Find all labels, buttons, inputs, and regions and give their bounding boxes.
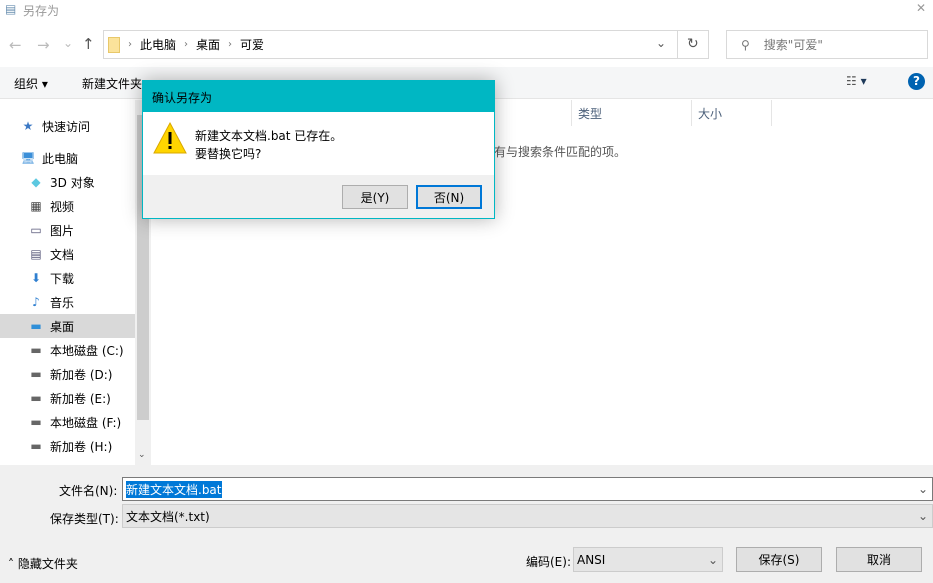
up-button[interactable]: ↑ (82, 35, 95, 53)
forward-button[interactable]: → (37, 36, 50, 54)
sidebar-item[interactable]: ▬ 本地磁盘 (C:) (0, 338, 135, 362)
sidebar-item[interactable]: ▬ 新加卷 (E:) (0, 386, 135, 410)
music-icon: ♪ (32, 295, 40, 309)
sidebar-item-label: 快速访问 (42, 119, 91, 134)
sidebar-item-label: 视频 (50, 199, 75, 214)
sidebar-item-label: 下载 (50, 271, 75, 286)
sidebar-item[interactable]: ▤ 文档 (0, 242, 135, 266)
cube-icon: ◆ (31, 175, 41, 189)
drive-icon: ▬ (30, 391, 42, 405)
refresh-button[interactable]: ↻ (687, 36, 699, 52)
drive-icon: ▬ (30, 439, 42, 453)
sidebar-item-label: 文档 (50, 247, 75, 262)
no-button[interactable]: 否(N) (416, 185, 482, 209)
filename-input[interactable]: 新建文本文档.bat ⌄ (122, 477, 933, 501)
computer-icon: 🖥 (20, 151, 36, 165)
sidebar-item[interactable]: ▬ 新加卷 (H:) (0, 434, 135, 458)
empty-message: 有与搜索条件匹配的项。 (494, 145, 627, 159)
confirm-dialog: 确认另存为 新建文本文档.bat 已存在。 要替换它吗? 是(Y) 否(N) (142, 80, 495, 219)
sidebar-item-label: 新加卷 (D:) (50, 367, 113, 382)
folder-icon (108, 36, 120, 53)
yes-button[interactable]: 是(Y) (342, 185, 408, 209)
sidebar-item[interactable]: ★ 快速访问 (0, 114, 135, 138)
search-input[interactable]: ⚲ 搜索"可爱" (726, 30, 928, 59)
download-icon: ⬇ (30, 271, 42, 285)
scroll-down-icon[interactable]: ⌄ (138, 450, 146, 460)
sidebar-item-label: 3D 对象 (50, 175, 95, 190)
sidebar-item-label: 新加卷 (E:) (50, 391, 111, 406)
cancel-button[interactable]: 取消 (836, 547, 922, 572)
sidebar-item[interactable]: ▬ 新加卷 (D:) (0, 362, 135, 386)
save-button[interactable]: 保存(S) (736, 547, 822, 572)
sidebar-item[interactable]: ⬇ 下载 (0, 266, 135, 290)
breadcrumb-item[interactable]: 桌面 (196, 36, 220, 53)
organize-button[interactable]: 组织 ▾ (14, 75, 48, 92)
sidebar-item[interactable]: ▬ 桌面 (0, 314, 135, 338)
sidebar-item-label: 本地磁盘 (C:) (50, 343, 124, 358)
file-type-select[interactable]: 文本文档(*.txt) ⌄ (122, 504, 933, 528)
sidebar-item[interactable]: ▦ 视频 (0, 194, 135, 218)
drive-icon: ▬ (30, 367, 42, 381)
document-icon: ▤ (30, 247, 42, 261)
dialog-message: 新建文本文档.bat 已存在。 (195, 129, 343, 143)
window-title: 另存为 (23, 4, 60, 18)
sidebar-item[interactable]: 🖥 此电脑 (0, 146, 135, 170)
recent-locations-button[interactable]: ⌄ (63, 36, 73, 50)
back-button[interactable]: ← (9, 36, 22, 54)
breadcrumb: › 此电脑 › 桌面 › 可爱 (128, 36, 265, 53)
sidebar-item-label: 音乐 (50, 295, 75, 310)
encoding-select[interactable]: ANSI ⌄ (573, 547, 723, 572)
drive-icon: ▬ (30, 415, 42, 429)
sidebar-item-label: 图片 (50, 223, 75, 238)
view-options-button[interactable]: ☷ ▾ (846, 74, 867, 88)
encoding-label: 编码(E): (526, 555, 571, 569)
sidebar-item-label: 本地磁盘 (F:) (50, 415, 122, 430)
navigation-pane: ★ 快速访问 🖥 此电脑 ◆ 3D 对象 ▦ 视频 ▭ 图片 ▤ 文档 ⬇ 下载 ♪ 音乐 ▬ 桌面 ▬ 本地磁盘 (… (0, 100, 135, 465)
sidebar-item-label: 桌面 (50, 319, 75, 334)
save-form: 文件名(N): 新建文本文档.bat ⌄ 保存类型(T): 文本文档(*.txt)… (0, 465, 933, 583)
search-icon: ⚲ (741, 37, 750, 52)
sidebar-item[interactable]: ◆ 3D 对象 (0, 170, 135, 194)
drive-icon: ▬ (30, 343, 42, 357)
star-icon: ★ (22, 119, 34, 133)
help-button[interactable]: ? (908, 73, 925, 90)
column-header-type[interactable]: 类型 (572, 100, 692, 126)
type-label: 保存类型(T): (50, 512, 119, 526)
picture-icon: ▭ (30, 223, 42, 237)
hide-folders-button[interactable]: ˄ 隐藏文件夹 (8, 555, 78, 572)
notepad-icon: ▤ (5, 2, 17, 16)
breadcrumb-item[interactable]: 此电脑 (140, 36, 176, 53)
sidebar-item[interactable]: ▭ 图片 (0, 218, 135, 242)
warning-icon (153, 121, 187, 154)
sidebar-item[interactable]: ▬ 本地磁盘 (F:) (0, 410, 135, 434)
sidebar-item-label: 此电脑 (42, 151, 79, 166)
dialog-title: 确认另存为 (143, 81, 494, 112)
new-folder-button[interactable]: 新建文件夹 (82, 75, 142, 92)
close-button[interactable]: ✕ (916, 1, 926, 15)
column-header-size[interactable]: 大小 (692, 100, 772, 126)
dialog-question: 要替换它吗? (195, 147, 262, 161)
video-icon: ▦ (30, 199, 42, 213)
title-bar: ▤ 另存为 ✕ (0, 0, 933, 20)
filename-label: 文件名(N): (59, 484, 118, 498)
address-bar[interactable]: › 此电脑 › 桌面 › 可爱 ⌄ ↻ (103, 30, 709, 59)
sidebar-item-label: 新加卷 (H:) (50, 439, 113, 454)
chevron-down-icon[interactable]: ⌄ (656, 36, 666, 50)
sidebar-item[interactable]: ♪ 音乐 (0, 290, 135, 314)
breadcrumb-item[interactable]: 可爱 (240, 36, 264, 53)
desktop-icon: ▬ (30, 319, 42, 333)
